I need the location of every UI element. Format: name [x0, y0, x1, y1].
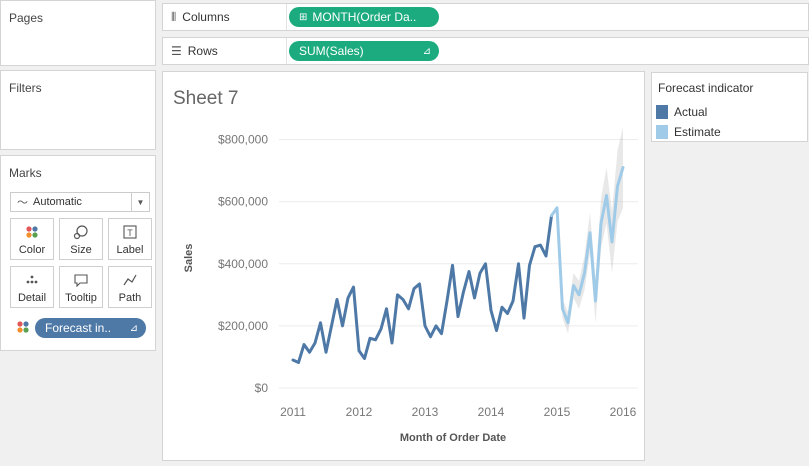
marks-panel: Marks 〜 Automatic ▼ Color Size T Label D… [0, 155, 156, 351]
pages-title: Pages [9, 11, 44, 25]
rows-label: Rows [187, 44, 218, 58]
legend-swatch-actual [656, 105, 668, 119]
sum-sales-pill[interactable]: SUM(Sales) ⊿ [289, 41, 439, 61]
y-tick-label: $200,000 [218, 319, 268, 333]
label-button[interactable]: T Label [108, 218, 152, 260]
svg-text:T: T [127, 228, 133, 238]
x-tick-label: 2012 [346, 405, 373, 419]
path-label: Path [118, 292, 142, 304]
mark-type-dropdown[interactable]: 〜 Automatic ▼ [10, 192, 150, 212]
label-icon: T [123, 223, 137, 241]
detail-label: Detail [17, 292, 47, 304]
rows-pill-label: SUM(Sales) [299, 44, 364, 58]
month-order-date-pill[interactable]: ⊞ MONTH(Order Da.. [289, 7, 439, 27]
x-axis-title: Month of Order Date [400, 432, 506, 444]
y-tick-label: $600,000 [218, 195, 268, 209]
path-icon [123, 271, 137, 289]
tooltip-label: Tooltip [65, 292, 97, 304]
x-tick-label: 2015 [544, 405, 571, 419]
legend-label-actual[interactable]: Actual [674, 105, 707, 119]
legend-swatch-estimate [656, 125, 668, 139]
size-label: Size [70, 244, 92, 256]
y-axis-title: Sales [183, 244, 195, 273]
filters-panel[interactable]: Filters [0, 70, 156, 150]
line-mark-icon: 〜 [17, 196, 28, 209]
y-tick-label: $800,000 [218, 133, 268, 147]
marks-title: Marks [9, 166, 42, 180]
x-tick-label: 2016 [610, 405, 637, 419]
drill-icon: ⊿ [129, 322, 138, 334]
rows-shelf-label: ☰ Rows [163, 38, 287, 64]
forecast-pill-label: Forecast in.. [45, 321, 112, 335]
y-tick-label: $0 [255, 381, 269, 395]
color-dots-icon [16, 320, 30, 339]
drill-icon: ⊿ [422, 45, 431, 57]
detail-icon [25, 271, 39, 289]
chevron-down-icon[interactable]: ▼ [131, 193, 149, 211]
x-tick-label: 2011 [280, 405, 306, 419]
pages-panel: Pages [0, 0, 156, 66]
detail-button[interactable]: Detail [10, 266, 54, 308]
tooltip-button[interactable]: Tooltip [59, 266, 103, 308]
columns-shelf-label: ⦀ Columns [163, 4, 287, 30]
columns-pill-label: MONTH(Order Da.. [312, 10, 417, 24]
label-label: Label [116, 244, 144, 256]
rows-shelf[interactable]: ☰ Rows SUM(Sales) ⊿ [162, 37, 809, 65]
size-icon [73, 223, 89, 241]
expand-icon: ⊞ [299, 11, 308, 23]
legend-panel: Forecast indicator Actual Estimate [651, 72, 808, 142]
columns-icon: ⦀ [171, 9, 177, 24]
columns-shelf[interactable]: ⦀ Columns ⊞ MONTH(Order Da.. [162, 3, 809, 31]
forecast-indicator-pill[interactable]: Forecast in.. ⊿ [35, 318, 146, 338]
y-tick-label: $400,000 [218, 257, 268, 271]
mark-type-value: Automatic [33, 196, 82, 208]
path-button[interactable]: Path [108, 266, 152, 308]
rows-icon: ☰ [171, 44, 182, 58]
tooltip-icon [74, 271, 88, 289]
legend-title: Forecast indicator [658, 81, 754, 95]
sheet-view: Sheet 7 $0 $200,000 $400,000 $600,000 $800,0… [162, 71, 645, 461]
color-button[interactable]: Color [10, 218, 54, 260]
actual-series-line [291, 214, 553, 365]
color-dots-icon [25, 223, 39, 241]
x-tick-label: 2013 [412, 405, 439, 419]
color-label: Color [18, 244, 46, 256]
sales-line-chart: $0 $200,000 $400,000 $600,000 $800,000 2011 20… [183, 127, 638, 444]
columns-label: Columns [182, 10, 230, 24]
filters-title: Filters [9, 81, 42, 95]
legend-label-estimate[interactable]: Estimate [674, 125, 721, 139]
x-tick-label: 2014 [478, 405, 505, 419]
size-button[interactable]: Size [59, 218, 103, 260]
